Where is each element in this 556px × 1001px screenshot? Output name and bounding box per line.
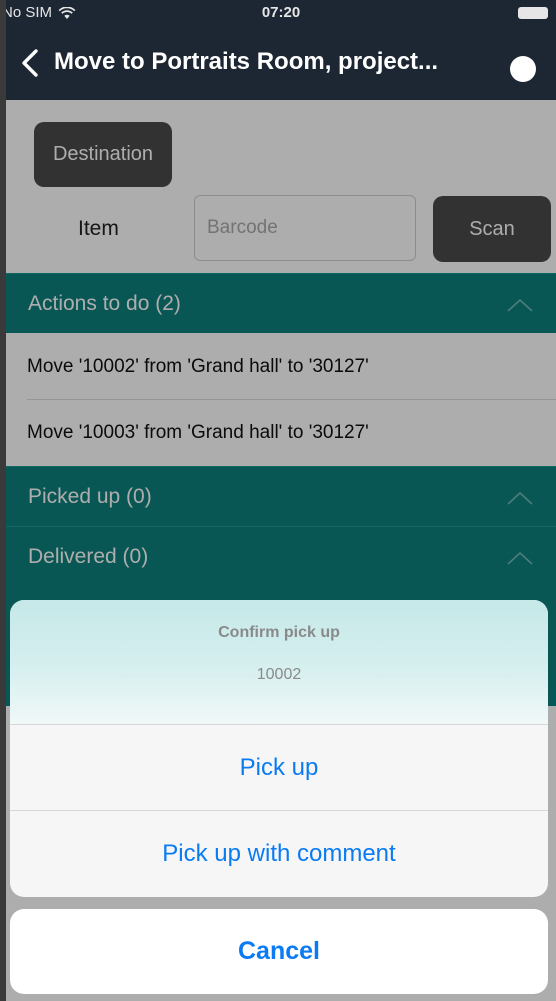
status-bar: No SIM 07:20	[6, 0, 556, 26]
status-dot-icon[interactable]	[510, 56, 536, 82]
action-sheet-message: 10002	[256, 666, 302, 683]
chevron-left-icon[interactable]	[18, 48, 44, 78]
action-sheet-title: Confirm pick up	[218, 624, 340, 641]
status-time: 07:20	[261, 4, 301, 21]
navigation-bar: Move to Portraits Room, project...	[6, 26, 556, 100]
action-sheet: Confirm pick up 10002 Pick up Pick up wi…	[10, 600, 548, 897]
battery-icon	[518, 7, 548, 19]
action-sheet-header: Confirm pick up 10002	[10, 600, 548, 724]
pick-up-button[interactable]: Pick up	[10, 724, 548, 811]
pick-up-with-comment-button[interactable]: Pick up with comment	[10, 810, 548, 897]
page-title: Move to Portraits Room, project...	[54, 48, 439, 75]
cancel-button[interactable]: Cancel	[10, 909, 548, 994]
